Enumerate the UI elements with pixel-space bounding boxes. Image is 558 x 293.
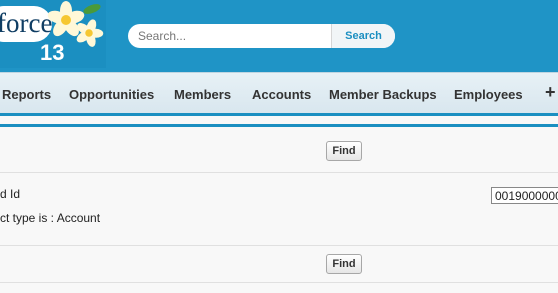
bottom-button-row: Find [0, 246, 558, 282]
app-logo[interactable]: force 13 [0, 0, 106, 68]
all-tabs-plus-icon[interactable]: + [545, 82, 556, 103]
section-divider [0, 282, 558, 283]
search-button[interactable]: Search [331, 24, 395, 48]
top-button-row: Find [0, 127, 558, 172]
tab-accounts[interactable]: Accounts [252, 87, 311, 102]
nav-underline [0, 113, 558, 116]
logo-release-number: 13 [40, 40, 65, 65]
search-box: Search [128, 24, 395, 48]
find-button-bottom[interactable]: Find [326, 254, 362, 274]
tab-members[interactable]: Members [174, 87, 231, 102]
record-id-label: d Id [0, 187, 21, 201]
find-button-top[interactable]: Find [326, 141, 362, 161]
detail-section: d Id ct type is : Account [0, 173, 558, 245]
logo-text: force [0, 8, 53, 38]
tab-bar: Reports Opportunities Members Accounts M… [0, 72, 558, 115]
app-header: force 13 Search... Search [0, 0, 558, 72]
leaf-icon [83, 4, 101, 14]
tab-member-backups[interactable]: Member Backups [329, 87, 437, 102]
search-input[interactable] [138, 26, 324, 46]
tab-employees[interactable]: Employees [454, 87, 523, 102]
object-type-text: ct type is : Account [0, 211, 101, 225]
plumeria-flower-icon [76, 19, 104, 47]
tab-opportunities[interactable]: Opportunities [69, 87, 154, 102]
tab-reports[interactable]: Reports [2, 87, 51, 102]
record-id-input[interactable] [491, 187, 558, 204]
